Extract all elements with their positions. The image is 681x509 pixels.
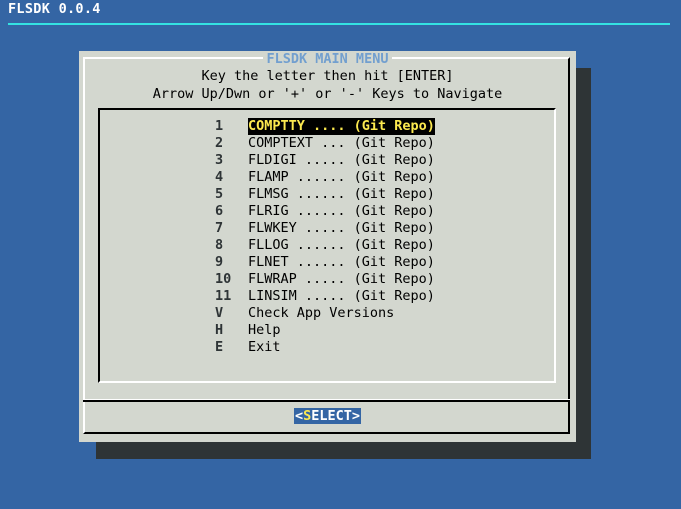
- menu-item-label: FLNET ...... (Git Repo): [248, 254, 435, 270]
- button-bar: <SELECT>: [79, 408, 576, 424]
- menu-item-tag: H: [215, 322, 224, 338]
- menu-item-tag: 5: [215, 186, 224, 202]
- menu-item-label: COMPTEXT ... (Git Repo): [248, 135, 435, 151]
- menu-item-tag: 10: [215, 271, 232, 287]
- menu-item-tag: 1: [215, 118, 224, 134]
- app-backtitle: FLSDK 0.0.4: [8, 1, 101, 17]
- select-button[interactable]: <SELECT>: [293, 408, 362, 424]
- menu-item-tag: 11: [215, 288, 232, 304]
- backtitle-rule: [8, 23, 670, 25]
- menu-item-tag: 7: [215, 220, 224, 236]
- menu-item-label: FLAMP ...... (Git Repo): [248, 169, 435, 185]
- menu-item-label: COMPTTY .... (Git Repo): [248, 118, 435, 135]
- menu-item-label: FLLOG ...... (Git Repo): [248, 237, 435, 253]
- dialog-title-text: FLSDK MAIN MENU: [262, 51, 393, 67]
- select-button-open: <: [294, 408, 304, 424]
- prompt-line-2: Arrow Up/Dwn or '+' or '-' Keys to Navig…: [152, 86, 503, 102]
- menu-item-label: FLWRAP ..... (Git Repo): [248, 271, 435, 287]
- menu-item-label: FLRIG ...... (Git Repo): [248, 203, 435, 219]
- select-button-close: >: [351, 408, 361, 424]
- main-menu-dialog: FLSDK MAIN MENU Key the letter then hit …: [79, 51, 576, 442]
- menu-item-label: Exit: [248, 339, 281, 355]
- menu-item-label: FLMSG ...... (Git Repo): [248, 186, 435, 202]
- menu-item-label: Check App Versions: [248, 305, 395, 321]
- menu-item-tag: 6: [215, 203, 224, 219]
- menu-item-label: LINSIM ..... (Git Repo): [248, 288, 435, 304]
- select-button-label: ELECT: [311, 408, 352, 424]
- dialog-title: FLSDK MAIN MENU: [79, 51, 576, 67]
- menu-list[interactable]: 1 COMPTTY .... (Git Repo) 2 COMPTEXT ... (G…: [98, 108, 556, 383]
- menu-item-tag: 8: [215, 237, 224, 253]
- menu-item-label: Help: [248, 322, 281, 338]
- menu-item-tag: 9: [215, 254, 224, 270]
- menu-item-tag: V: [215, 305, 224, 321]
- menu-item-tag: 4: [215, 169, 224, 185]
- menu-item-tag: 2: [215, 135, 224, 151]
- menu-item-tag: 3: [215, 152, 224, 168]
- prompt-line-1: Key the letter then hit [ENTER]: [201, 68, 454, 84]
- button-separator: [83, 399, 570, 402]
- menu-item-label: FLDIGI ..... (Git Repo): [248, 152, 435, 168]
- menu-item-label: FLWKEY ..... (Git Repo): [248, 220, 435, 236]
- menu-item-tag: E: [215, 339, 224, 355]
